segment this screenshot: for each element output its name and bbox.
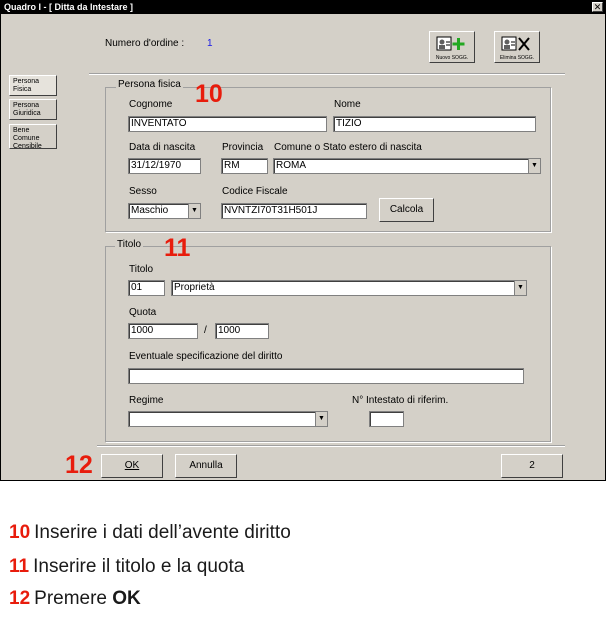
app-window: Quadro I - [ Ditta da Intestare ] ✕ Nume…: [0, 0, 606, 481]
legend-number: 10: [9, 522, 31, 543]
delete-subject-button[interactable]: Elimina SOGG.: [494, 31, 540, 63]
data-nascita-field[interactable]: 31/12/1970: [128, 158, 201, 174]
sesso-value: Maschio: [131, 205, 169, 216]
new-subject-label: Nuovo SOGG.: [435, 55, 469, 61]
calcola-label: Calcola: [389, 204, 424, 215]
new-subject-button[interactable]: Nuovo SOGG.: [429, 31, 475, 63]
title-bar: Quadro I - [ Ditta da Intestare ] ✕: [1, 1, 605, 14]
sesso-label: Sesso: [129, 186, 157, 197]
provincia-label: Provincia: [222, 142, 264, 153]
callout-12: 12: [65, 451, 93, 479]
legend-number: 12: [9, 588, 31, 609]
page-2-label: 2: [529, 460, 535, 471]
cognome-field[interactable]: INVENTATO: [128, 116, 327, 132]
quota-separator: /: [204, 325, 207, 336]
order-number-value: 1: [207, 38, 213, 49]
provincia-field[interactable]: RM: [221, 158, 268, 174]
add-person-icon: [436, 36, 465, 51]
codice-fiscale-label: Codice Fiscale: [222, 186, 288, 197]
titolo-label: Titolo: [129, 264, 154, 275]
tab-persona-fisica[interactable]: Persona Fisica: [9, 75, 57, 96]
comune-select[interactable]: ROMA ▼: [273, 158, 541, 174]
delete-subject-label: Elimina SOGG.: [499, 55, 535, 61]
annulla-button[interactable]: Annulla: [175, 454, 237, 478]
titolo-select[interactable]: Proprietà ▼: [171, 280, 527, 296]
legend-item-10: 10 Inserire i dati dell’avente diritto: [9, 522, 291, 544]
callout-11: 11: [164, 234, 191, 262]
codice-fiscale-field[interactable]: NVNTZI70T31H501J: [221, 203, 367, 219]
specificazione-label: Eventuale specificazione del diritto: [129, 351, 283, 362]
divider: [89, 73, 565, 75]
divider: [97, 445, 565, 447]
titolo-title: Titolo: [115, 239, 144, 250]
chevron-down-icon[interactable]: ▼: [528, 159, 540, 173]
legend-item-12: 12 Premere OK: [9, 588, 141, 610]
legend-item-11: 11 Inserire il titolo e la quota: [9, 556, 244, 578]
titolo-value: Proprietà: [174, 282, 215, 293]
comune-value: ROMA: [276, 160, 306, 171]
calcola-button[interactable]: Calcola: [379, 198, 434, 222]
persona-fisica-title: Persona fisica: [116, 79, 183, 90]
sesso-select[interactable]: Maschio ▼: [128, 203, 201, 219]
tab-bene-comune-censibile[interactable]: Bene Comune Censibile: [9, 124, 57, 150]
ok-button[interactable]: OK: [101, 454, 163, 478]
annulla-label: Annulla: [189, 460, 223, 471]
chevron-down-icon[interactable]: ▼: [188, 204, 200, 218]
legend-text: Premere: [34, 588, 113, 609]
ok-label: OK: [124, 460, 140, 471]
close-icon[interactable]: ✕: [592, 2, 603, 13]
cognome-label: Cognome: [129, 99, 173, 110]
specificazione-field[interactable]: [128, 368, 524, 384]
comune-label: Comune o Stato estero di nascita: [274, 142, 422, 153]
quota-label: Quota: [129, 307, 157, 318]
legend-text-bold: OK: [112, 588, 141, 609]
legend-text: Inserire i dati dell’avente diritto: [34, 522, 291, 543]
regime-label: Regime: [129, 395, 164, 406]
legend-number: 11: [9, 556, 30, 577]
nome-label: Nome: [334, 99, 361, 110]
order-number-label: Numero d'ordine :: [105, 38, 185, 49]
window-title: Quadro I - [ Ditta da Intestare ]: [4, 2, 134, 12]
legend-text: Inserire il titolo e la quota: [33, 556, 245, 577]
callout-10: 10: [195, 80, 223, 108]
data-nascita-label: Data di nascita: [129, 142, 196, 153]
chevron-down-icon[interactable]: ▼: [315, 412, 327, 426]
quota-numerator-field[interactable]: 1000: [128, 323, 198, 339]
page-2-button[interactable]: 2: [501, 454, 563, 478]
delete-person-icon: [501, 36, 530, 51]
tab-persona-giuridica[interactable]: Persona Giuridica: [9, 99, 57, 120]
nome-field[interactable]: TIZIO: [333, 116, 536, 132]
intestato-field[interactable]: [369, 411, 404, 427]
titolo-code-field[interactable]: 01: [128, 280, 165, 296]
intestato-label: N° Intestato di riferim.: [352, 395, 449, 406]
regime-select[interactable]: ▼: [128, 411, 328, 427]
chevron-down-icon[interactable]: ▼: [514, 281, 526, 295]
quota-denominator-field[interactable]: 1000: [215, 323, 269, 339]
